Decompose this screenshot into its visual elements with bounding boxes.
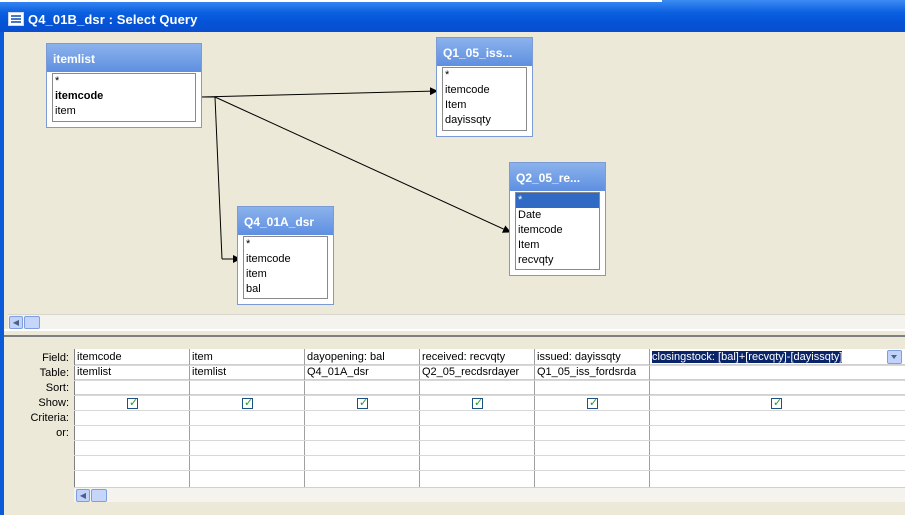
grid-field-cell-editing[interactable]: closingstock: [bal]+[recvqty]-[dayissqty…: [650, 350, 905, 365]
pane-splitter[interactable]: [4, 329, 905, 337]
grid-row-divider: [74, 455, 905, 456]
field-list-q2[interactable]: Q2_05_re... * Date itemcode Item recvqty: [509, 162, 606, 276]
show-checkbox[interactable]: [587, 396, 598, 409]
field-list-body[interactable]: * Date itemcode Item recvqty: [515, 192, 600, 270]
grid-field-cell[interactable]: issued: dayissqty: [535, 350, 649, 365]
field-item[interactable]: itemcode: [244, 252, 327, 267]
table-pane-scrollbar[interactable]: ◀: [8, 314, 905, 329]
show-checkbox[interactable]: [771, 396, 782, 409]
field-item[interactable]: *: [53, 74, 195, 89]
grid-column[interactable]: received: recvqty Q2_05_recdsrdayer: [420, 349, 535, 487]
row-label-field: Field:: [42, 352, 69, 364]
grid-table-cell[interactable]: [650, 365, 905, 380]
grid-row-divider: [74, 470, 905, 471]
field-list-q4[interactable]: Q4_01A_dsr * itemcode item bal: [237, 206, 334, 305]
grid-column[interactable]: closingstock: [bal]+[recvqty]-[dayissqty…: [650, 349, 905, 487]
field-item[interactable]: itemcode: [516, 223, 599, 238]
field-item[interactable]: item: [244, 267, 327, 282]
grid-table-cell[interactable]: Q4_01A_dsr: [305, 365, 419, 380]
join-line-itemlist-q1[interactable]: [200, 87, 438, 98]
show-checkbox[interactable]: [357, 396, 368, 409]
field-item[interactable]: Date: [516, 208, 599, 223]
grid-sort-cell[interactable]: [535, 380, 649, 395]
field-item[interactable]: Item: [516, 238, 599, 253]
field-list-title[interactable]: Q2_05_re...: [510, 163, 605, 191]
grid-scrollbar[interactable]: ◀: [74, 487, 905, 502]
field-item-primary-key[interactable]: itemcode: [53, 89, 195, 104]
grid-sort-cell[interactable]: [190, 380, 304, 395]
field-list-title[interactable]: itemlist: [47, 44, 201, 72]
grid-row-divider: [74, 395, 905, 396]
grid-sort-cell[interactable]: [650, 380, 905, 395]
grid-row-labels: Field: Table: Sort: Show: Criteria: or:: [4, 351, 69, 441]
grid-sort-cell[interactable]: [305, 380, 419, 395]
grid-row-divider: [74, 440, 905, 441]
grid-table-cell[interactable]: Q2_05_recdsrdayer: [420, 365, 534, 380]
dropdown-arrow-icon[interactable]: [887, 350, 902, 364]
show-checkbox[interactable]: [242, 396, 253, 409]
grid-sort-cell[interactable]: [75, 380, 189, 395]
scroll-left-arrow-icon[interactable]: ◀: [76, 489, 90, 502]
row-label-or: or:: [56, 427, 69, 439]
field-list-body[interactable]: * itemcode item bal: [243, 236, 328, 299]
grid-column[interactable]: item itemlist: [190, 349, 305, 487]
show-checkbox[interactable]: [127, 396, 138, 409]
field-item[interactable]: bal: [244, 282, 327, 297]
query-design-grid[interactable]: itemcode itemlist item itemlist dayopeni…: [74, 349, 905, 487]
join-line-itemlist-q4[interactable]: [214, 96, 223, 260]
field-item-selected[interactable]: *: [516, 193, 599, 208]
scroll-left-arrow-icon[interactable]: ◀: [9, 316, 23, 329]
field-item[interactable]: Item: [443, 98, 526, 113]
scroll-thumb[interactable]: [91, 489, 107, 502]
grid-table-cell[interactable]: itemlist: [190, 365, 304, 380]
grid-field-cell[interactable]: itemcode: [75, 350, 189, 365]
row-label-criteria: Criteria:: [30, 412, 69, 424]
row-label-show: Show:: [38, 397, 69, 409]
field-item[interactable]: *: [443, 68, 526, 83]
field-item[interactable]: dayissqty: [443, 113, 526, 128]
grid-row-divider: [74, 365, 905, 366]
selected-expression-text[interactable]: closingstock: [bal]+[recvqty]-[dayissqty…: [652, 351, 843, 363]
field-list-itemlist[interactable]: itemlist * itemcode item: [46, 43, 202, 128]
field-list-q1[interactable]: Q1_05_iss... * itemcode Item dayissqty: [436, 37, 533, 137]
grid-sort-cell[interactable]: [420, 380, 534, 395]
field-item[interactable]: *: [244, 237, 327, 252]
grid-row-divider: [74, 410, 905, 411]
scroll-thumb[interactable]: [24, 316, 40, 329]
grid-column[interactable]: itemcode itemlist: [75, 349, 190, 487]
grid-row-divider: [74, 380, 905, 381]
grid-row-divider: [74, 425, 905, 426]
field-list-body[interactable]: * itemcode Item dayissqty: [442, 67, 527, 131]
grid-table-cell[interactable]: Q1_05_iss_fordsrda: [535, 365, 649, 380]
grid-field-cell[interactable]: received: recvqty: [420, 350, 534, 365]
field-list-body[interactable]: * itemcode item: [52, 73, 196, 122]
field-item[interactable]: recvqty: [516, 253, 599, 268]
field-item[interactable]: item: [53, 104, 195, 119]
row-label-sort: Sort:: [45, 382, 69, 394]
grid-table-cell[interactable]: itemlist: [75, 365, 189, 380]
field-list-title[interactable]: Q1_05_iss...: [437, 38, 532, 66]
row-label-table: Table:: [39, 367, 69, 379]
grid-field-cell[interactable]: dayopening: bal: [305, 350, 419, 365]
field-item[interactable]: itemcode: [443, 83, 526, 98]
field-list-title[interactable]: Q4_01A_dsr: [238, 207, 333, 235]
grid-column[interactable]: dayopening: bal Q4_01A_dsr: [305, 349, 420, 487]
show-checkbox[interactable]: [472, 396, 483, 409]
grid-column[interactable]: issued: dayissqty Q1_05_iss_fordsrda: [535, 349, 650, 487]
grid-field-cell[interactable]: item: [190, 350, 304, 365]
